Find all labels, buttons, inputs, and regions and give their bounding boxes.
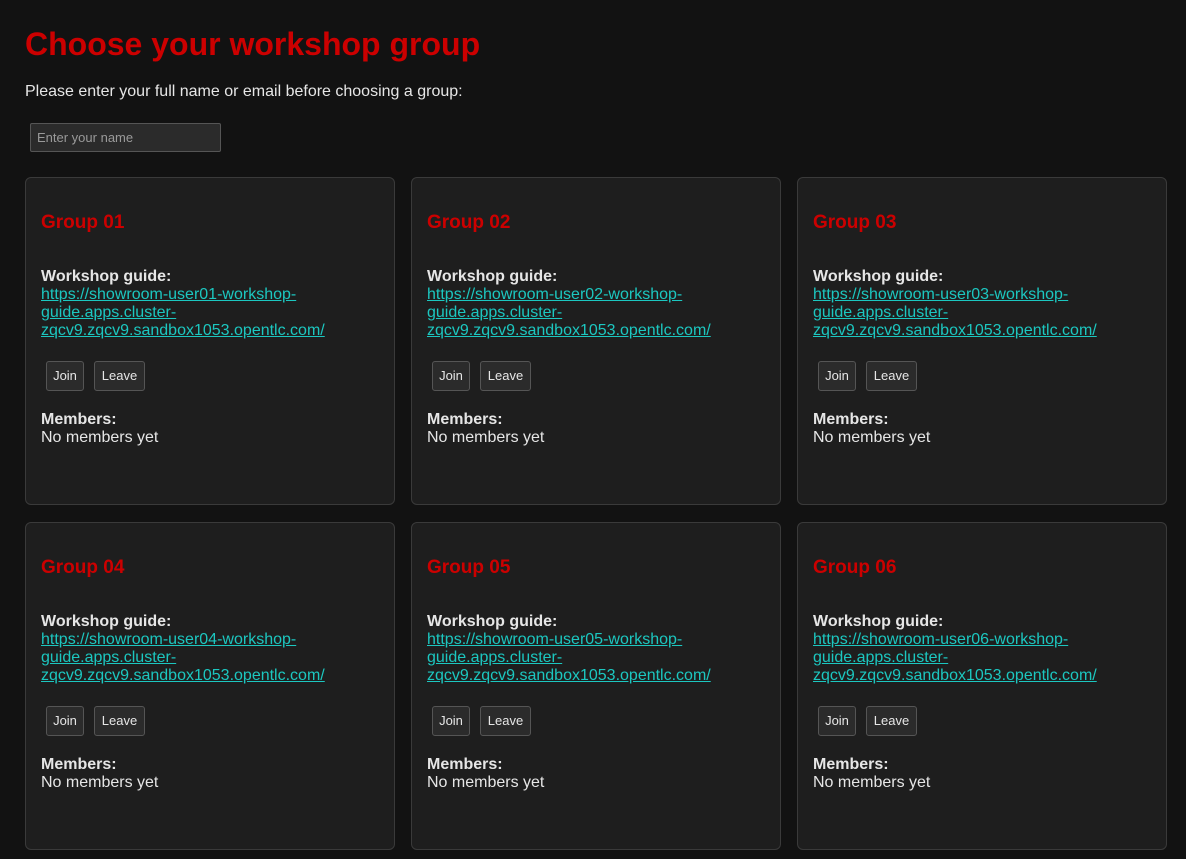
join-button[interactable]: Join [432, 361, 470, 391]
group-card-01: Group 01 Workshop guide: https://showroo… [25, 177, 395, 505]
group-title: Group 05 [427, 557, 511, 578]
leave-button[interactable]: Leave [480, 361, 531, 391]
leave-button[interactable]: Leave [866, 706, 917, 736]
workshop-guide-link[interactable]: https://showroom-user06-workshop-guide.a… [813, 631, 1113, 685]
workshop-guide-link[interactable]: https://showroom-user04-workshop-guide.a… [41, 631, 341, 685]
members-label: Members: [813, 756, 889, 773]
members-label: Members: [427, 756, 503, 773]
workshop-guide-label: Workshop guide: [41, 613, 172, 630]
group-card-04: Group 04 Workshop guide: https://showroo… [25, 522, 395, 850]
members-label: Members: [813, 411, 889, 428]
workshop-guide-label: Workshop guide: [427, 268, 558, 285]
group-title: Group 04 [41, 557, 125, 578]
join-button[interactable]: Join [818, 706, 856, 736]
workshop-guide-link[interactable]: https://showroom-user01-workshop-guide.a… [41, 286, 341, 340]
leave-button[interactable]: Leave [94, 361, 145, 391]
leave-button[interactable]: Leave [480, 706, 531, 736]
group-title: Group 02 [427, 212, 511, 233]
workshop-guide-link[interactable]: https://showroom-user02-workshop-guide.a… [427, 286, 727, 340]
group-card-06: Group 06 Workshop guide: https://showroo… [797, 522, 1167, 850]
group-card-03: Group 03 Workshop guide: https://showroo… [797, 177, 1167, 505]
name-input[interactable] [30, 123, 221, 152]
members-list: No members yet [41, 774, 159, 791]
members-list: No members yet [427, 774, 545, 791]
members-list: No members yet [813, 429, 931, 446]
join-button[interactable]: Join [46, 361, 84, 391]
group-title: Group 03 [813, 212, 897, 233]
group-selection-page: Choose your workshop group Please enter … [0, 0, 1186, 859]
group-card-05: Group 05 Workshop guide: https://showroo… [411, 522, 781, 850]
group-title: Group 01 [41, 212, 125, 233]
leave-button[interactable]: Leave [94, 706, 145, 736]
workshop-guide-label: Workshop guide: [813, 268, 944, 285]
members-list: No members yet [427, 429, 545, 446]
group-card-02: Group 02 Workshop guide: https://showroo… [411, 177, 781, 505]
leave-button[interactable]: Leave [866, 361, 917, 391]
workshop-guide-link[interactable]: https://showroom-user03-workshop-guide.a… [813, 286, 1113, 340]
members-label: Members: [427, 411, 503, 428]
members-list: No members yet [813, 774, 931, 791]
workshop-guide-label: Workshop guide: [41, 268, 172, 285]
members-label: Members: [41, 411, 117, 428]
join-button[interactable]: Join [818, 361, 856, 391]
page-title: Choose your workshop group [25, 26, 481, 62]
workshop-guide-label: Workshop guide: [427, 613, 558, 630]
workshop-guide-link[interactable]: https://showroom-user05-workshop-guide.a… [427, 631, 727, 685]
name-prompt: Please enter your full name or email bef… [25, 83, 463, 100]
join-button[interactable]: Join [432, 706, 470, 736]
join-button[interactable]: Join [46, 706, 84, 736]
group-title: Group 06 [813, 557, 897, 578]
members-list: No members yet [41, 429, 159, 446]
workshop-guide-label: Workshop guide: [813, 613, 944, 630]
members-label: Members: [41, 756, 117, 773]
